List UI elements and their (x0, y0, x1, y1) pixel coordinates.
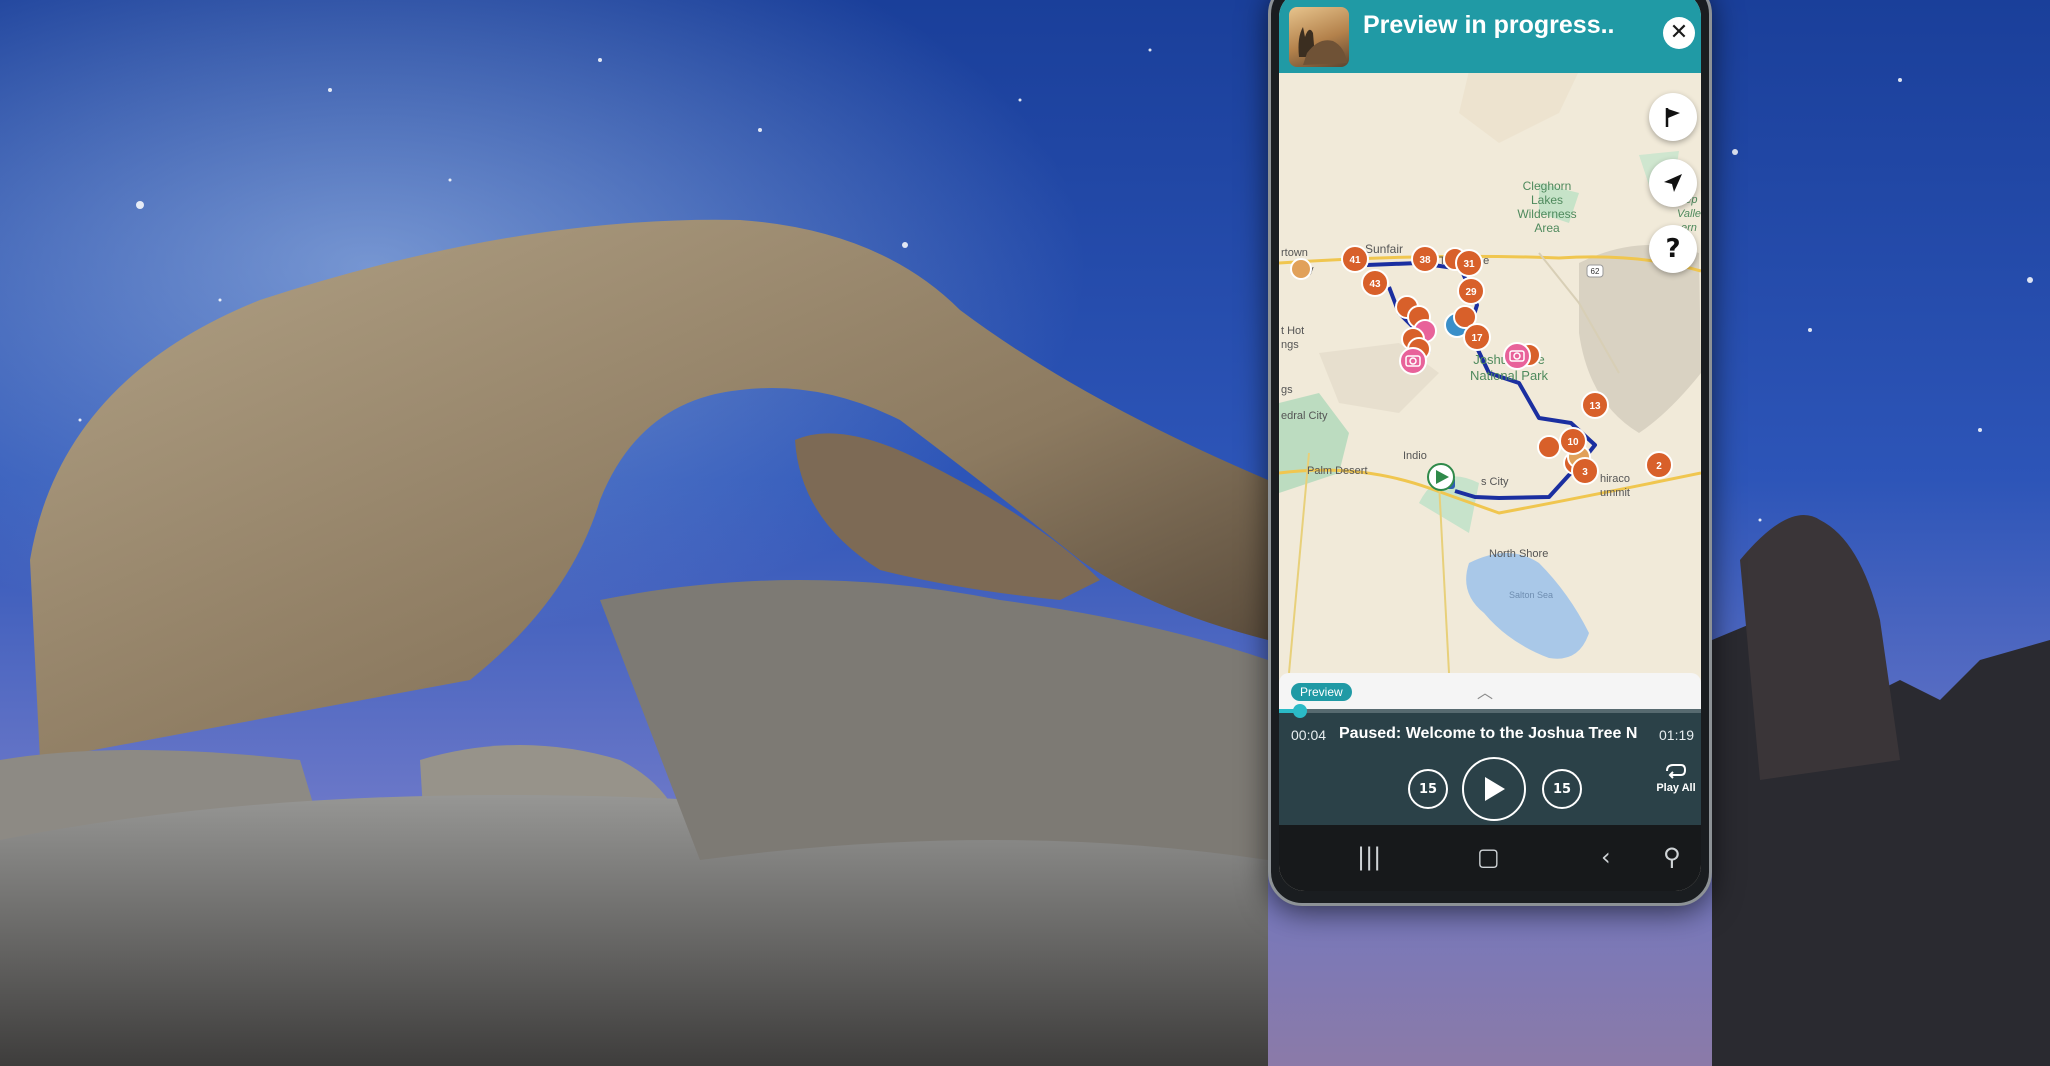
background-photo (0, 0, 2050, 1066)
bottom-sheet[interactable]: Preview ︿ (1279, 673, 1701, 709)
app-header: Preview in progress.. ✕ (1279, 0, 1701, 73)
home-icon[interactable]: ▢ (1477, 843, 1500, 871)
phone-frame: Preview in progress.. ✕ Salton Sea 62 Cl… (1268, 0, 1712, 906)
coachella-label: s City (1481, 476, 1509, 488)
play-all-label: Play All (1656, 782, 1696, 794)
flag-button[interactable] (1649, 93, 1697, 141)
sunfair-label: Sunfair (1365, 242, 1403, 256)
hot-springs-label-2: ngs (1281, 339, 1299, 351)
play-all-button[interactable]: Play All (1651, 761, 1701, 794)
photo-marker[interactable] (1503, 342, 1531, 370)
rewind-15-label: 15 (1418, 781, 1438, 797)
accessibility-icon[interactable]: ⚲ (1663, 843, 1681, 871)
photo-marker[interactable] (1399, 347, 1427, 375)
progress-knob[interactable] (1293, 704, 1308, 718)
marker-13-label: 13 (1589, 401, 1601, 412)
elapsed-time: 00:04 (1291, 727, 1327, 743)
recent-apps-icon[interactable]: ||| (1357, 843, 1381, 871)
repeat-icon (1666, 764, 1687, 779)
marker-29-label: 29 (1465, 287, 1477, 298)
cleghorn-label-4: Area (1534, 221, 1560, 235)
chiriaco-label-2: ummit (1600, 487, 1630, 499)
gs-label: gs (1281, 384, 1293, 396)
cleghorn-label-3: Wilderness (1517, 207, 1576, 221)
tour-map[interactable]: Salton Sea 62 10 Cleghorn Lakes Wilderne… (1279, 73, 1701, 673)
flag-icon (1665, 108, 1680, 127)
forward-15-button[interactable]: 15 (1542, 769, 1582, 809)
marker-43-label: 43 (1369, 279, 1381, 290)
locate-button[interactable] (1649, 159, 1697, 207)
system-nav-bar: ||| ▢ ‹ ⚲ (1279, 825, 1701, 891)
palm-desert-label: Palm Desert (1307, 465, 1368, 477)
back-icon[interactable]: ‹ (1601, 843, 1611, 871)
hot-springs-label-1: t Hot (1281, 325, 1304, 337)
tour-thumbnail (1289, 7, 1349, 67)
cathedral-city-label: edral City (1281, 410, 1328, 422)
play-icon (1485, 777, 1505, 801)
header-title: Preview in progress.. (1363, 11, 1615, 39)
marker-41-label: 41 (1349, 255, 1361, 266)
marker-38-label: 38 (1419, 255, 1431, 266)
marker-2-label: 2 (1656, 461, 1662, 472)
salton-sea-label: Salton Sea (1509, 590, 1553, 600)
audio-player: 00:04 Paused: Welcome to the Joshua Tree… (1279, 704, 1701, 825)
help-button[interactable]: ? (1649, 225, 1697, 273)
marker-31-label: 31 (1463, 259, 1475, 270)
expand-handle-icon[interactable]: ︿ (1477, 679, 1493, 703)
joshua-tree-label-2: National Park (1470, 368, 1549, 383)
phone-screen: Preview in progress.. ✕ Salton Sea 62 Cl… (1279, 0, 1701, 891)
close-button[interactable]: ✕ (1663, 17, 1695, 49)
cleghorn-label-1: Cleghorn (1523, 179, 1572, 193)
preview-badge: Preview (1291, 683, 1352, 701)
play-button[interactable] (1462, 757, 1526, 821)
rewind-15-button[interactable]: 15 (1408, 769, 1448, 809)
marker-17-label: 17 (1471, 333, 1483, 344)
now-playing-status: Paused: Welcome to the Joshua Tree N (1339, 725, 1638, 742)
progress-track[interactable] (1279, 704, 1701, 718)
north-shore-label: North Shore (1489, 548, 1548, 560)
cleghorn-label-2: Lakes (1531, 193, 1563, 207)
start-marker[interactable] (1427, 463, 1455, 491)
navigation-arrow-icon (1664, 174, 1682, 192)
hwy-62-label: 62 (1591, 267, 1600, 276)
yucca-label-1: rtown (1281, 247, 1308, 259)
marker-10-label: 10 (1567, 437, 1579, 448)
indio-label: Indio (1403, 450, 1427, 462)
chiriaco-label-1: hiraco (1600, 473, 1630, 485)
poi-marker[interactable] (1290, 258, 1312, 280)
duration-time: 01:19 (1659, 727, 1695, 743)
forward-15-label: 15 (1552, 781, 1572, 797)
marker-3-label: 3 (1582, 467, 1588, 478)
sheep-label-2: Valle (1677, 208, 1701, 220)
